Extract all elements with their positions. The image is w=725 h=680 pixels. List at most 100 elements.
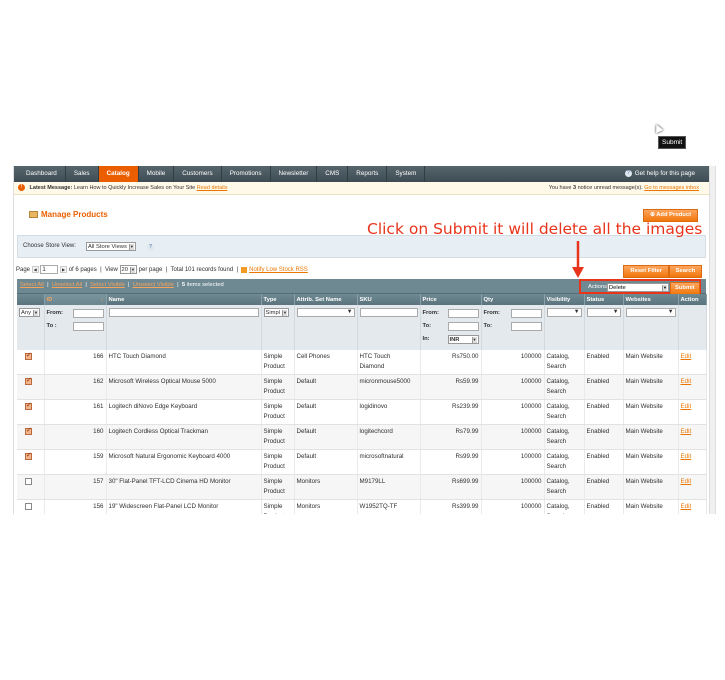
unselect-visible-link[interactable]: Unselect Visible [133,282,174,288]
nav-item-reports[interactable]: Reports [348,166,388,182]
any-select[interactable]: Any ▼ [19,308,40,317]
row-website: Main Website [625,503,663,510]
table-row[interactable]: 156 19" Widescreen Flat-Panel LCD Monitor… [17,499,707,514]
row-checkbox[interactable] [25,503,32,510]
filter-qty: From: To: [481,305,545,350]
table-row[interactable]: 162 Microsoft Wireless Optical Mouse 5000… [17,374,707,400]
row-checkbox[interactable] [25,376,32,386]
attrib-filter-select[interactable]: ▼ [296,308,355,317]
nav-item-mobile[interactable]: Mobile [139,166,175,182]
price-from-input[interactable] [447,308,479,318]
col-price[interactable]: Price [420,294,482,305]
col-id[interactable]: ID ↓ [44,294,107,305]
status-filter-select[interactable]: ▼ [586,308,621,317]
edit-link[interactable]: Edit [681,378,692,385]
edit-link[interactable]: Edit [681,453,692,460]
table-row[interactable]: 161 Logitech diNovo Edge Keyboard Simple Pr… [17,399,707,425]
type-filter-select[interactable]: Simpl ▼ [263,308,289,317]
select-all-link[interactable]: Select All [20,282,44,288]
page-input[interactable]: 1 [40,265,59,274]
cell-type: Simple Product [261,350,295,375]
currency-value: INR [449,336,460,343]
qty-from-input[interactable] [510,308,542,318]
qty-to-input[interactable] [510,321,542,331]
nav-item-system[interactable]: System [387,166,426,182]
cell-name: Microsoft Wireless Optical Mouse 5000 [106,374,262,400]
col-sku[interactable]: SKU [357,294,421,305]
table-row[interactable]: 159 Microsoft Natural Ergonomic Keyboard … [17,449,707,475]
products-icon [29,211,38,218]
row-visibility: Catalog, [546,403,570,410]
row-type: Simple [263,403,283,410]
rss-link[interactable]: Notify Low Stock RSS [249,267,308,273]
table-row[interactable]: 160 Logitech Cordless Optical Trackman Sim… [17,424,707,450]
inbox-link[interactable]: Go to messages inbox [644,185,699,191]
reset-filter-button[interactable]: Reset Filter [623,265,669,278]
chevron-down-icon: ▼ [662,285,667,291]
select-visible-link[interactable]: Select Visible [90,282,125,288]
id-to-input[interactable] [72,321,104,331]
row-checkbox[interactable] [25,351,32,361]
search-button[interactable]: Search [668,265,702,278]
per-page-select[interactable]: 20 ▼ [119,265,137,275]
read-details-link[interactable]: Read details [197,185,228,191]
nav-item-newsletter[interactable]: Newsletter [271,166,318,182]
unselect-all-link[interactable]: Unselect All [52,282,82,288]
cell-price: Rs399.99 [420,499,482,514]
cell-sku: micronmouse5000 [357,374,421,400]
col-qty[interactable]: Qty [481,294,545,305]
nav-item-cms[interactable]: CMS [317,166,349,182]
cell-website: Main Website [623,350,679,375]
price-to-input[interactable] [447,321,479,331]
nav-item-customers[interactable]: Customers [174,166,222,182]
nav-item-dashboard[interactable]: Dashboard [14,166,66,182]
row-name: HTC Touch Diamond [108,353,166,360]
name-filter-input[interactable] [108,308,259,317]
row-name: 19" Widescreen Flat-Panel LCD Monitor [108,503,219,510]
row-checkbox[interactable] [25,451,32,461]
actions-select[interactable]: Delete ▼ [607,283,669,292]
col-name[interactable]: Name [106,294,262,305]
cell-attrib: Monitors [294,499,358,514]
edit-link[interactable]: Edit [681,428,692,435]
col-websites[interactable]: Websites [623,294,679,305]
edit-link[interactable]: Edit [681,503,692,510]
next-page-icon[interactable]: ▶ [60,266,68,273]
edit-link[interactable]: Edit [681,353,692,360]
row-sku: logitechcord [359,428,393,435]
row-website: Main Website [625,403,663,410]
row-id: 161 [93,403,104,410]
websites-filter-select[interactable]: ▼ [625,308,676,317]
pager: Page ◀ 1 ▶ of 6 pages | View 20 ▼ per pag… [16,265,308,275]
col-visibility[interactable]: Visibility [544,294,585,305]
edit-link[interactable]: Edit [681,478,692,485]
row-checkbox[interactable] [25,401,32,411]
store-select[interactable]: All Store Views ▼ [86,242,136,251]
row-website: Main Website [625,378,663,385]
row-visibility-2: Search [546,438,567,445]
id-from-input[interactable] [72,308,104,318]
row-visibility: Catalog, [546,453,570,460]
nav-item-promotions[interactable]: Promotions [222,166,271,182]
col-type[interactable]: Type [261,294,295,305]
filter-price-from: From: [423,308,479,318]
currency-select[interactable]: INR ▼ [447,334,479,344]
nav-item-sales[interactable]: Sales [66,166,99,182]
prev-page-icon[interactable]: ◀ [31,266,39,273]
cell-qty: 100000 [481,449,545,475]
help-icon[interactable]: ? [147,244,154,251]
table-row[interactable]: 166 HTC Touch Diamond Simple Product Cell Ph… [17,350,707,375]
visibility-filter-select[interactable]: ▼ [546,308,582,317]
sku-filter-input[interactable] [359,308,418,317]
scrollbar[interactable] [709,166,715,514]
help-link[interactable]: ? Get help for this page [624,166,695,182]
chevron-down-icon: ▼ [612,309,619,315]
table-row[interactable]: 157 30" Flat-Panel TFT-LCD Cinema HD Moni… [17,474,707,500]
cell-website: Main Website [623,474,679,500]
col-attrib[interactable]: Attrib. Set Name [294,294,358,305]
row-checkbox[interactable] [25,478,32,485]
col-status[interactable]: Status [584,294,624,305]
edit-link[interactable]: Edit [681,403,692,410]
nav-item-catalog[interactable]: Catalog [98,166,139,182]
row-checkbox[interactable] [25,426,32,436]
